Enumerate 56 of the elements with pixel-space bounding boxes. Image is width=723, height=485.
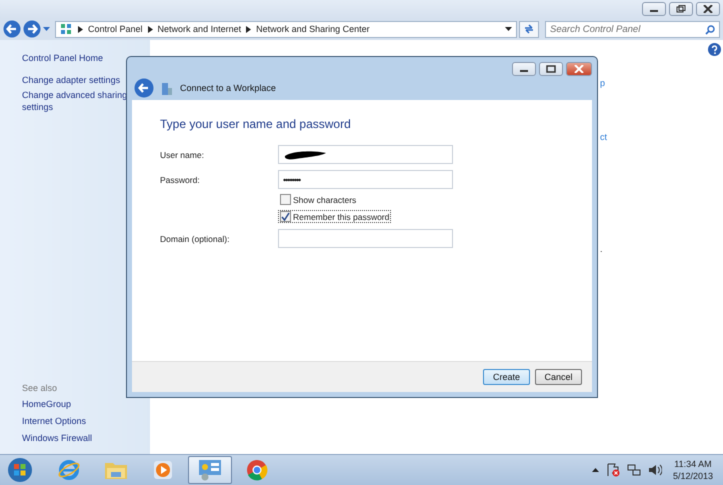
address-bar[interactable]: Control Panel Network and Internet Network and Sharing Center: [55, 20, 517, 38]
network-icon[interactable]: [626, 463, 641, 477]
search-icon: [705, 24, 715, 34]
back-button[interactable]: [3, 20, 21, 38]
checkmark-icon: [281, 212, 290, 221]
volume-icon[interactable]: [648, 463, 662, 477]
maximize-button[interactable]: [539, 62, 563, 76]
forward-button[interactable]: [23, 20, 41, 38]
link-text-fragment: p: [600, 78, 606, 88]
field-label: User name:: [160, 150, 205, 160]
text-field[interactable]: [278, 229, 453, 248]
flag-icon[interactable]: [606, 463, 620, 477]
help-icon[interactable]: [708, 43, 721, 56]
maximize-icon: [546, 65, 556, 73]
dialog-title: Connect to a Workplace: [180, 83, 276, 93]
search-field[interactable]: Search Control Panel: [545, 20, 720, 38]
breadcrumb[interactable]: Network and Sharing Center: [256, 24, 370, 34]
dropdown-icon[interactable]: [505, 27, 512, 31]
dialog-button[interactable]: Cancel: [535, 369, 582, 385]
chevron-icon[interactable]: [148, 26, 153, 32]
restore-icon: [676, 5, 686, 13]
network-building-icon: [161, 82, 173, 94]
control-panel-icon: [60, 22, 73, 36]
sidebar-link[interactable]: Internet Options: [22, 415, 150, 427]
refresh-icon: [523, 23, 535, 35]
back-button[interactable]: [134, 78, 154, 98]
close-icon: [574, 65, 584, 73]
link-text-fragment: .: [600, 244, 603, 254]
minimize-button[interactable]: [642, 2, 666, 16]
dialog-button[interactable]: Create: [483, 369, 530, 385]
text-field[interactable]: [278, 145, 453, 164]
clock-date[interactable]: 5/12/2013: [672, 470, 713, 482]
checkbox-option[interactable]: Remember this password: [278, 210, 392, 223]
control-panel-icon[interactable]: [188, 456, 232, 484]
see-also-heading: See also: [22, 383, 58, 393]
chevron-icon[interactable]: [246, 26, 252, 32]
breadcrumb[interactable]: Control Panel: [88, 24, 143, 34]
close-icon: [703, 5, 713, 13]
refresh-button[interactable]: [519, 20, 539, 38]
checkbox-option[interactable]: Show characters: [278, 193, 358, 206]
sidebar-link[interactable]: HomeGroup: [22, 398, 150, 410]
show-hidden-icons-icon[interactable]: [592, 468, 599, 472]
field-label: Password:: [160, 174, 201, 184]
clock-time[interactable]: 11:34 AM: [674, 458, 712, 470]
minimize-button[interactable]: [512, 62, 536, 76]
link-text-fragment: ct: [600, 132, 608, 142]
password-field[interactable]: ••••••••: [278, 170, 453, 189]
redaction-scribble: [283, 150, 327, 160]
breadcrumb[interactable]: Network and Internet: [158, 24, 242, 34]
sidebar-link[interactable]: Windows Firewall: [22, 432, 150, 444]
start-button[interactable]: [8, 458, 32, 482]
dialog-heading: Type your user name and password: [160, 117, 352, 131]
restore-button[interactable]: [669, 2, 693, 16]
close-button[interactable]: [696, 2, 720, 16]
field-label: Domain (optional):: [160, 234, 230, 244]
chevron-icon[interactable]: [78, 26, 83, 32]
